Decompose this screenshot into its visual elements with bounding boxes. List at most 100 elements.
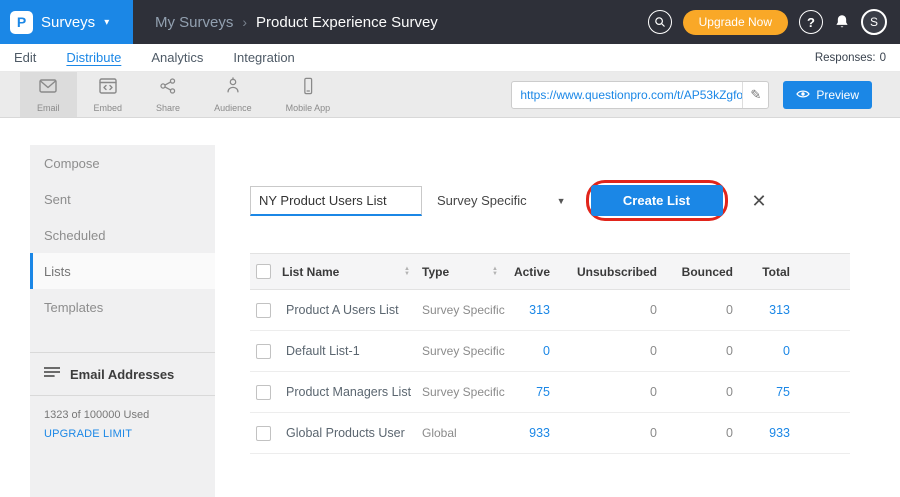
create-list-form: Survey Specific ▼ Create List ✕ [250, 180, 850, 221]
notifications-bell-icon[interactable] [834, 13, 850, 31]
table-header-row: List Name Type Active Unsubscribed Bounc… [250, 254, 850, 290]
tab-edit[interactable]: Edit [14, 50, 36, 65]
list-name-link[interactable]: Product A Users List [282, 290, 422, 331]
help-icon[interactable]: ? [799, 10, 823, 34]
create-list-button[interactable]: Create List [591, 185, 723, 216]
tab-analytics[interactable]: Analytics [151, 50, 203, 65]
survey-nav: Edit Distribute Analytics Integration Re… [0, 44, 900, 72]
total-count[interactable]: 313 [745, 290, 850, 331]
header-unsubscribed: Unsubscribed [562, 254, 667, 290]
total-count[interactable]: 933 [745, 413, 850, 454]
list-type: Survey Specific [422, 331, 510, 372]
search-icon[interactable] [648, 10, 672, 34]
list-type: Survey Specific [422, 290, 510, 331]
email-addresses-title: Email Addresses [70, 367, 174, 382]
list-name-input[interactable] [250, 186, 422, 216]
tool-mobile-app[interactable]: Mobile App [269, 72, 348, 117]
header-type: Type [422, 265, 449, 279]
responses-count: Responses: 0 [815, 52, 886, 64]
list-name-link[interactable]: Default List-1 [282, 331, 422, 372]
tool-email[interactable]: Email [20, 72, 77, 117]
list-name-link[interactable]: Product Managers List [282, 372, 422, 413]
content-area: Compose Sent Scheduled Lists Templates E… [0, 118, 900, 497]
email-addresses-header: Email Addresses [30, 353, 215, 396]
eye-icon [796, 88, 810, 102]
sort-icon[interactable] [492, 267, 498, 277]
header-active: Active [510, 254, 562, 290]
avatar[interactable]: S [861, 9, 887, 35]
sidebar-item-lists[interactable]: Lists [30, 253, 215, 289]
breadcrumb-my-surveys[interactable]: My Surveys [155, 14, 233, 31]
tool-embed[interactable]: Embed [77, 72, 140, 117]
active-count[interactable]: 313 [510, 290, 562, 331]
bounced-count: 0 [667, 372, 745, 413]
chevron-down-icon: ▾ [104, 17, 109, 28]
preview-button[interactable]: Preview [783, 81, 872, 109]
responses-label: Responses: [815, 52, 876, 64]
total-count[interactable]: 75 [745, 372, 850, 413]
select-all-checkbox[interactable] [256, 264, 271, 279]
tab-integration[interactable]: Integration [233, 50, 294, 65]
bounced-count: 0 [667, 331, 745, 372]
row-checkbox[interactable] [256, 385, 271, 400]
email-addresses-block: Email Addresses 1323 of 100000 Used UPGR… [30, 352, 215, 447]
caret-down-icon: ▼ [557, 196, 566, 206]
header-list-name: List Name [282, 265, 339, 279]
list-type: Global [422, 413, 510, 454]
topbar: P Surveys ▾ My Surveys › Product Experie… [0, 0, 900, 44]
share-icon [158, 77, 178, 100]
header-total: Total [745, 254, 850, 290]
red-highlight-annotation: Create List [586, 180, 728, 221]
usage-text: 1323 of 100000 Used [30, 396, 215, 421]
upgrade-now-button[interactable]: Upgrade Now [683, 10, 788, 35]
active-count[interactable]: 0 [510, 331, 562, 372]
active-count[interactable]: 75 [510, 372, 562, 413]
header-bounced: Bounced [667, 254, 745, 290]
tab-distribute[interactable]: Distribute [66, 50, 121, 65]
close-icon[interactable]: ✕ [752, 192, 767, 210]
row-checkbox[interactable] [256, 303, 271, 318]
survey-url-box: https://www.questionpro.com/t/AP53kZgfo … [511, 81, 769, 109]
tool-share[interactable]: Share [139, 72, 197, 117]
total-count[interactable]: 0 [745, 331, 850, 372]
topbar-actions: Upgrade Now ? S [648, 9, 900, 35]
row-checkbox[interactable] [256, 426, 271, 441]
sidebar-item-scheduled[interactable]: Scheduled [30, 217, 215, 253]
list-name-link[interactable]: Global Products User [282, 413, 422, 454]
row-checkbox[interactable] [256, 344, 271, 359]
email-sidebar: Compose Sent Scheduled Lists Templates E… [30, 145, 215, 497]
sidebar-item-sent[interactable]: Sent [30, 181, 215, 217]
questionpro-logo-icon: P [10, 11, 33, 34]
sort-icon[interactable] [404, 267, 410, 277]
active-count[interactable]: 933 [510, 413, 562, 454]
sidebar-item-compose[interactable]: Compose [30, 145, 215, 181]
table-row: Default List-1 Survey Specific 0 0 0 0 [250, 331, 850, 372]
upgrade-limit-link[interactable]: UPGRADE LIMIT [30, 421, 215, 447]
list-type: Survey Specific [422, 372, 510, 413]
list-type-select[interactable]: Survey Specific ▼ [437, 193, 566, 208]
breadcrumb-separator-icon: › [242, 14, 247, 30]
tool-audience[interactable]: Audience [197, 72, 269, 117]
audience-icon [223, 77, 243, 100]
unsubscribed-count: 0 [562, 331, 667, 372]
survey-url[interactable]: https://www.questionpro.com/t/AP53kZgfo [512, 88, 742, 102]
unsubscribed-count: 0 [562, 290, 667, 331]
email-icon [38, 77, 58, 100]
breadcrumb: My Surveys › Product Experience Survey [155, 14, 438, 31]
edit-url-pencil-icon[interactable]: ✎ [742, 82, 768, 108]
unsubscribed-count: 0 [562, 372, 667, 413]
table-row: Product A Users List Survey Specific 313… [250, 290, 850, 331]
table-row: Global Products User Global 933 0 0 933 [250, 413, 850, 454]
sidebar-item-templates[interactable]: Templates [30, 289, 215, 325]
product-name: Surveys [41, 14, 95, 31]
unsubscribed-count: 0 [562, 413, 667, 454]
distribute-toolbar: Email Embed Share Audience Mobile App ht… [0, 72, 900, 118]
bounced-count: 0 [667, 290, 745, 331]
bounced-count: 0 [667, 413, 745, 454]
toolbar-right: https://www.questionpro.com/t/AP53kZgfo … [511, 72, 900, 117]
app-switcher[interactable]: P Surveys ▾ [0, 0, 133, 44]
list-lines-icon [44, 365, 60, 383]
mobile-app-icon [298, 77, 318, 100]
lists-table: List Name Type Active Unsubscribed Bounc… [250, 253, 850, 454]
responses-value: 0 [880, 52, 886, 64]
